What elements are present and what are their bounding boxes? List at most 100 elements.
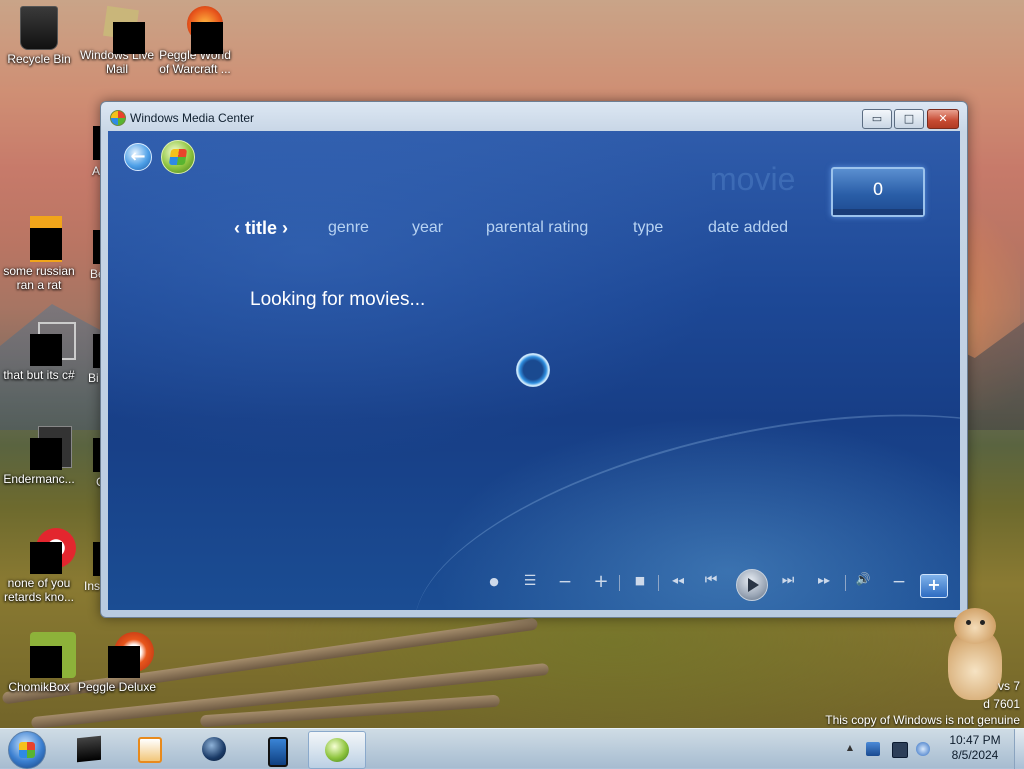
window-titlebar[interactable]: Windows Media Center ▭ □ ✕: [101, 102, 967, 131]
desktop-icon-recycle-bin[interactable]: Recycle Bin: [0, 6, 79, 66]
desktop-icon-none-of-you[interactable]: none of you retards kno...: [0, 528, 79, 604]
windows-flag-icon: [168, 149, 188, 165]
taskbar-phone-app[interactable]: [248, 731, 304, 767]
media-center-window[interactable]: Windows Media Center ▭ □ ✕ ← movie 0 ‹ t…: [100, 101, 968, 618]
document-icon: [16, 424, 72, 470]
item-count-box: 0: [831, 167, 925, 217]
stop-button[interactable]: ■: [632, 574, 648, 587]
chevron-right-icon: ›: [282, 218, 289, 238]
desktop-icon-label: ChomikBox: [8, 680, 70, 694]
network-icon[interactable]: [892, 742, 908, 758]
filter-parental-rating[interactable]: parental rating: [486, 219, 588, 237]
desktop-icon-endermanc[interactable]: Endermanc...: [0, 424, 79, 486]
clock-time: 10:47 PM: [949, 733, 1001, 747]
close-button[interactable]: ✕: [927, 109, 959, 129]
hamster-eye: [966, 620, 971, 625]
taskbar-media-player[interactable]: [122, 731, 178, 767]
black-box-app-icon: [77, 735, 101, 763]
desktop-icon-label: none of you retards kno...: [3, 576, 75, 604]
item-count: 0: [872, 180, 884, 200]
media-center-start-button[interactable]: [161, 140, 195, 174]
desktop-icon-label: that but its c#: [3, 368, 75, 382]
volume-up-button[interactable]: +: [920, 574, 948, 598]
filter-title[interactable]: ‹ title ›: [234, 218, 288, 239]
desktop-icon-label: some russian ran a rat: [3, 264, 75, 292]
media-player-icon: [138, 737, 162, 763]
back-arrow-icon: ←: [130, 146, 146, 167]
desktop-icon-peggle-deluxe[interactable]: Peggle Deluxe: [77, 632, 157, 694]
desktop-icon-chomikbox[interactable]: ChomikBox: [0, 632, 79, 694]
action-center-flag-icon[interactable]: [866, 742, 880, 756]
loading-status: Looking for movies...: [250, 289, 426, 310]
skip-back-button[interactable]: ⏮: [702, 572, 720, 588]
phone-icon: [268, 737, 288, 767]
opera-icon: [16, 528, 76, 574]
media-center-taskbar-icon: [325, 738, 349, 762]
filter-genre[interactable]: genre: [328, 219, 369, 237]
file-stack-icon: [16, 320, 76, 366]
file-icon: [16, 216, 62, 262]
section-heading-ghost: movie: [710, 161, 796, 197]
rewind-button[interactable]: ◂◂: [665, 573, 691, 587]
taskbar-globe-app[interactable]: [186, 731, 242, 767]
back-button[interactable]: ←: [124, 143, 152, 171]
desktop-icon-label: Endermanc...: [3, 472, 75, 486]
record-button[interactable]: ●: [486, 575, 502, 588]
hamster-head: [954, 608, 996, 644]
taskbar: ▲ 10:47 PM 8/5/2024: [0, 728, 1024, 769]
fast-forward-button[interactable]: ▸▸: [811, 573, 837, 587]
peggle-icon: [175, 6, 223, 54]
minimize-button[interactable]: ▭: [862, 109, 892, 129]
windows-logo-icon: [19, 742, 35, 758]
clock-date: 8/5/2024: [951, 748, 999, 762]
desktop-icon-label: Recycle Bin: [7, 52, 71, 66]
windows-live-mail-icon: [97, 5, 145, 54]
loading-spinner-icon: [516, 353, 550, 387]
volume-down-button[interactable]: −: [891, 572, 907, 592]
chomikbox-icon: [16, 632, 76, 678]
channel-down-button[interactable]: −: [557, 572, 573, 592]
taskbar-clock[interactable]: 10:47 PM 8/5/2024: [940, 733, 1010, 763]
play-button[interactable]: [736, 569, 768, 601]
desktop-icon-that-but-csharp[interactable]: that but its c#: [0, 320, 79, 382]
window-title: Windows Media Center: [130, 111, 255, 125]
skip-forward-button[interactable]: ⏭: [779, 572, 797, 588]
globe-icon: [202, 737, 226, 761]
watermark-line1: vs 7: [997, 679, 1020, 693]
transport-separator: [658, 575, 659, 591]
hidden-desktop-icon-label: Ins: [84, 579, 101, 593]
hamster-eye: [980, 620, 985, 625]
channel-up-button[interactable]: +: [593, 571, 609, 592]
filter-year[interactable]: year: [412, 219, 443, 237]
guide-button[interactable]: ☰: [521, 573, 539, 589]
maximize-button[interactable]: □: [894, 109, 924, 129]
genuine-notice: This copy of Windows is not genuine: [825, 713, 1020, 727]
taskbar-app-1[interactable]: [61, 731, 117, 767]
recycle-bin-icon: [20, 6, 58, 50]
hidden-desktop-icon-label: Be: [90, 267, 105, 281]
desktop-icon-peggle-wow[interactable]: Peggle World of Warcraft ...: [155, 6, 235, 76]
filter-date-added[interactable]: date added: [708, 219, 788, 237]
hamster-desktop-pet[interactable]: [944, 604, 1006, 702]
peggle-deluxe-icon: [94, 632, 154, 678]
desktop-icon-windows-live-mail[interactable]: Windows Live Mail: [77, 5, 157, 76]
media-center-content: ← movie 0 ‹ title › genre year parental …: [108, 131, 960, 610]
hidden-desktop-icon-label: Bi: [88, 371, 99, 385]
desktop-icon-label: Peggle Deluxe: [77, 680, 157, 694]
filter-label: title: [245, 218, 278, 238]
item-count-bar: [833, 209, 923, 215]
show-desktop-button[interactable]: [1014, 729, 1024, 769]
desktop-icon-some-russian[interactable]: some russian ran a rat: [0, 216, 79, 292]
volume-button[interactable]: 🔊: [853, 572, 873, 586]
media-center-icon: [110, 110, 126, 126]
transport-separator: [619, 575, 620, 591]
transport-controls: ● ☰ − + ■ ◂◂ ⏮ ⏭ ▸▸ 🔊 − +: [108, 561, 960, 605]
start-button[interactable]: [8, 731, 46, 769]
volume-tray-icon[interactable]: [916, 742, 930, 756]
watermark-line2: d 7601: [983, 697, 1020, 711]
tray-expand-icon[interactable]: ▲: [844, 743, 856, 752]
taskbar-media-center[interactable]: [308, 731, 366, 769]
transport-separator: [845, 575, 846, 591]
filter-type[interactable]: type: [633, 219, 663, 237]
chevron-left-icon: ‹: [234, 218, 240, 238]
